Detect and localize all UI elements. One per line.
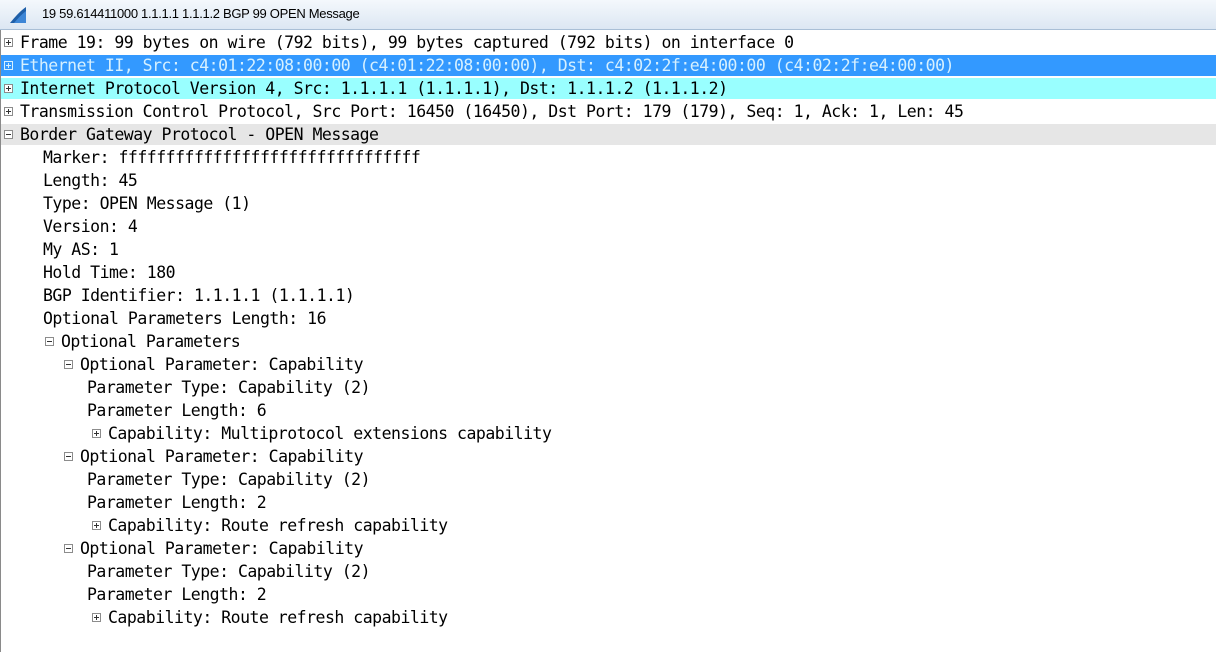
tree-row-label: Optional Parameters Length: 16 (43, 309, 327, 328)
tree-row-label: Frame 19: 99 bytes on wire (792 bits), 9… (20, 33, 794, 52)
collapse-icon[interactable] (45, 337, 54, 346)
tree-row-opt-param-3-type[interactable]: Parameter Type: Capability (2) (1, 561, 1216, 582)
tree-row-hold-time[interactable]: Hold Time: 180 (1, 262, 1216, 283)
tree-row-label: Parameter Type: Capability (2) (87, 470, 371, 489)
collapse-icon[interactable] (64, 544, 73, 553)
tree-row-opt-param-2-type[interactable]: Parameter Type: Capability (2) (1, 469, 1216, 490)
collapse-icon[interactable] (64, 360, 73, 369)
tree-row-frame[interactable]: Frame 19: 99 bytes on wire (792 bits), 9… (1, 32, 1216, 53)
wireshark-fin-icon (10, 7, 26, 23)
tree-row-label: Optional Parameter: Capability (80, 355, 364, 374)
tree-row-bgp[interactable]: Border Gateway Protocol - OPEN Message (1, 124, 1216, 145)
tree-row-opt-param-1-capability[interactable]: Capability: Multiprotocol extensions cap… (1, 423, 1216, 444)
tree-row-label: Internet Protocol Version 4, Src: 1.1.1.… (20, 79, 728, 98)
tree-row-opt-param-1-type[interactable]: Parameter Type: Capability (2) (1, 377, 1216, 398)
tree-row-label: Capability: Route refresh capability (108, 516, 448, 535)
tree-row-label: Marker: ffffffffffffffffffffffffffffffff (43, 148, 421, 167)
tree-row-label: BGP Identifier: 1.1.1.1 (1.1.1.1) (43, 286, 355, 305)
tree-row-opt-param-3[interactable]: Optional Parameter: Capability (1, 538, 1216, 559)
tree-row-bgp-identifier[interactable]: BGP Identifier: 1.1.1.1 (1.1.1.1) (1, 285, 1216, 306)
collapse-icon[interactable] (4, 130, 13, 139)
expand-icon[interactable] (92, 521, 101, 530)
tree-row-version[interactable]: Version: 4 (1, 216, 1216, 237)
tree-row-my-as[interactable]: My AS: 1 (1, 239, 1216, 260)
expand-icon[interactable] (4, 107, 13, 116)
tree-row-label: Parameter Type: Capability (2) (87, 562, 371, 581)
window-title: 19 59.614411000 1.1.1.1 1.1.1.2 BGP 99 O… (42, 6, 360, 21)
tree-row-label: Length: 45 (43, 171, 138, 190)
tree-row-label: Optional Parameter: Capability (80, 447, 364, 466)
window-title-bar[interactable]: 19 59.614411000 1.1.1.1 1.1.1.2 BGP 99 O… (0, 0, 1216, 30)
tree-row-label: Capability: Route refresh capability (108, 608, 448, 627)
tree-row-opt-param-3-length[interactable]: Parameter Length: 2 (1, 584, 1216, 605)
tree-row-label: Parameter Type: Capability (2) (87, 378, 371, 397)
tree-row-ethernet[interactable]: Ethernet II, Src: c4:01:22:08:00:00 (c4:… (1, 55, 1216, 76)
tree-row-opt-params-length[interactable]: Optional Parameters Length: 16 (1, 308, 1216, 329)
tree-row-opt-param-3-capability[interactable]: Capability: Route refresh capability (1, 607, 1216, 628)
tree-row-opt-param-1[interactable]: Optional Parameter: Capability (1, 354, 1216, 375)
tree-row-label: Hold Time: 180 (43, 263, 176, 282)
tree-row-opt-param-2[interactable]: Optional Parameter: Capability (1, 446, 1216, 467)
expand-icon[interactable] (4, 84, 13, 93)
expand-icon[interactable] (4, 38, 13, 47)
expand-icon[interactable] (92, 613, 101, 622)
tree-row-opt-param-2-length[interactable]: Parameter Length: 2 (1, 492, 1216, 513)
collapse-icon[interactable] (64, 452, 73, 461)
tree-row-tcp[interactable]: Transmission Control Protocol, Src Port:… (1, 101, 1216, 122)
tree-row-label: Optional Parameter: Capability (80, 539, 364, 558)
tree-row-label: Parameter Length: 2 (87, 585, 267, 604)
tree-row-label: Optional Parameters (61, 332, 241, 351)
tree-row-label: Ethernet II, Src: c4:01:22:08:00:00 (c4:… (20, 56, 954, 75)
tree-row-label: Capability: Multiprotocol extensions cap… (108, 424, 552, 443)
tree-row-optional-parameters[interactable]: Optional Parameters (1, 331, 1216, 352)
tree-row-label: My AS: 1 (43, 240, 119, 259)
tree-row-marker[interactable]: Marker: ffffffffffffffffffffffffffffffff (1, 147, 1216, 168)
tree-row-opt-param-2-capability[interactable]: Capability: Route refresh capability (1, 515, 1216, 536)
tree-row-label: Parameter Length: 2 (87, 493, 267, 512)
tree-row-label: Border Gateway Protocol - OPEN Message (20, 125, 379, 144)
tree-row-type[interactable]: Type: OPEN Message (1) (1, 193, 1216, 214)
tree-row-length[interactable]: Length: 45 (1, 170, 1216, 191)
expand-icon[interactable] (92, 429, 101, 438)
tree-row-opt-param-1-length[interactable]: Parameter Length: 6 (1, 400, 1216, 421)
tree-row-label: Parameter Length: 6 (87, 401, 267, 420)
tree-row-label: Transmission Control Protocol, Src Port:… (20, 102, 964, 121)
tree-row-label: Version: 4 (43, 217, 138, 236)
tree-row-label: Type: OPEN Message (1) (43, 194, 251, 213)
expand-icon[interactable] (4, 61, 13, 70)
tree-row-ipv4[interactable]: Internet Protocol Version 4, Src: 1.1.1.… (1, 78, 1216, 99)
packet-details-tree[interactable]: Frame 19: 99 bytes on wire (792 bits), 9… (0, 30, 1216, 652)
